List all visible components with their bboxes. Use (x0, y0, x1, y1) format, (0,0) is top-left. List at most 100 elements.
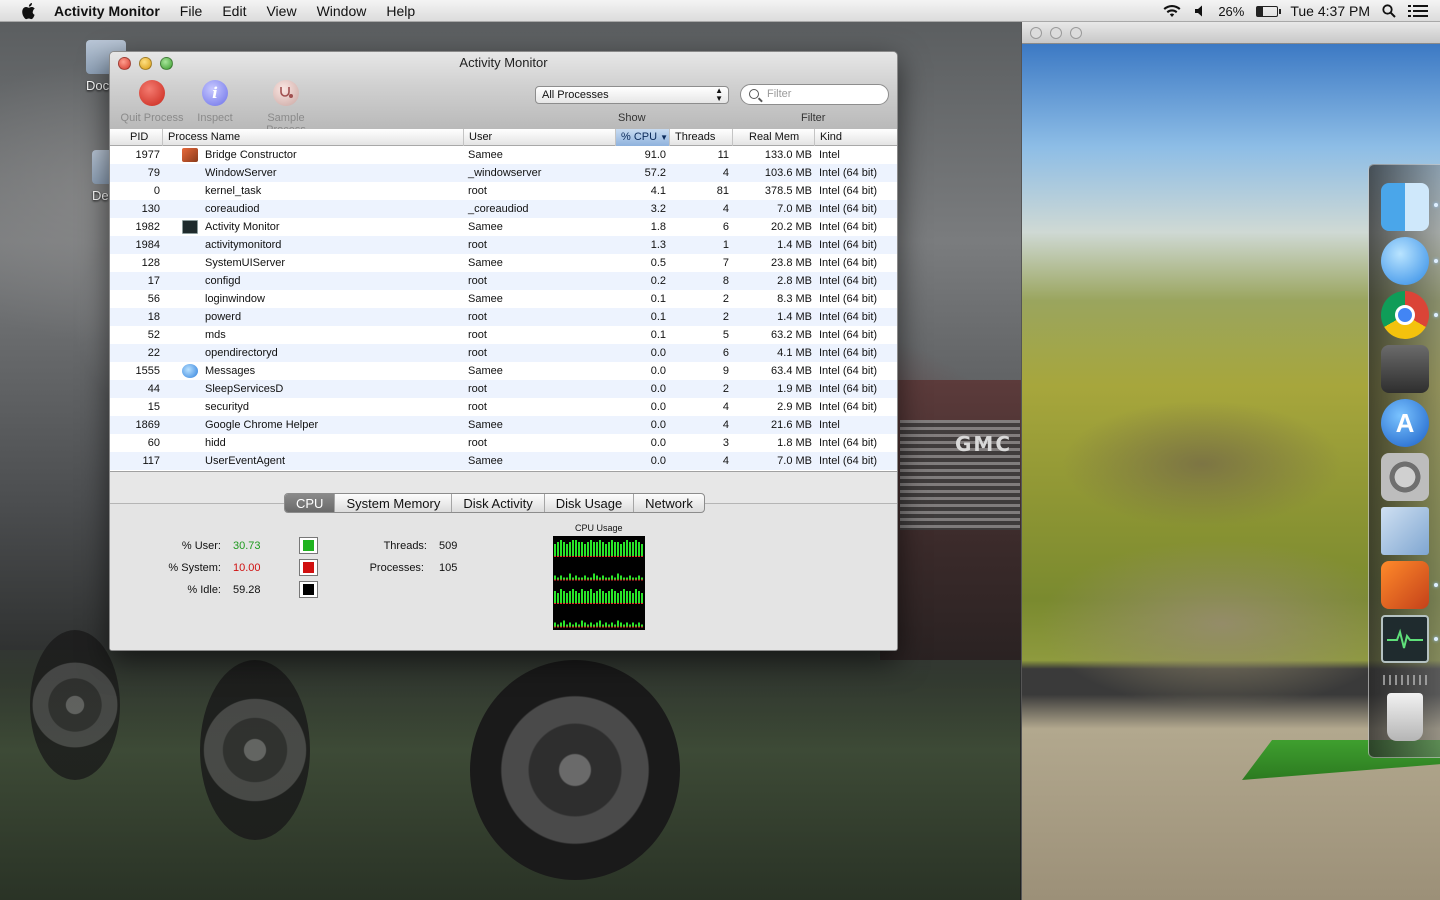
table-row[interactable]: 56 loginwindow Samee 0.1 2 8.3 MB Intel (64 bi… (110, 290, 897, 308)
app-store-icon[interactable]: A (1381, 399, 1429, 447)
cpu-usage-bar (605, 577, 607, 580)
user-cell: root (468, 347, 487, 359)
real-mem-cell: 20.2 MB (771, 221, 812, 233)
table-row[interactable]: 128 SystemUIServer Samee 0.5 7 23.8 MB Intel (… (110, 254, 897, 272)
table-row[interactable]: 1984 activitymonitord root 1.3 1 1.4 MB Intel … (110, 236, 897, 254)
table-row[interactable]: 17 configd root 0.2 8 2.8 MB Intel (64 bit) (110, 272, 897, 290)
pid-cell: 1982 (135, 221, 160, 233)
tab-disk-activity[interactable]: Disk Activity (452, 494, 545, 512)
apple-menu-icon[interactable] (20, 2, 36, 20)
mail-icon[interactable] (1381, 507, 1429, 555)
process-name-cell: SleepServicesD (205, 383, 284, 395)
cpu-usage-bar (611, 589, 613, 603)
table-row[interactable]: 60 hidd root 0.0 3 1.8 MB Intel (64 bit) (110, 434, 897, 452)
column-header-kind[interactable]: Kind (815, 129, 897, 146)
system-color-swatch[interactable] (299, 559, 318, 576)
menubar-clock[interactable]: Tue 4:37 PM (1290, 3, 1370, 19)
zoom-button[interactable] (1070, 27, 1082, 39)
tab-system-memory[interactable]: System Memory (335, 494, 453, 512)
activity-monitor-icon[interactable] (1381, 615, 1429, 663)
table-row[interactable]: 1982 Activity Monitor Samee 1.8 6 20.2 MB Inte… (110, 218, 897, 236)
table-row[interactable]: 1977 Bridge Constructor Samee 91.0 11 133.0 M… (110, 146, 897, 164)
tab-network[interactable]: Network (634, 494, 704, 512)
column-header-user[interactable]: User (464, 129, 616, 146)
threads-cell: 7 (722, 257, 729, 269)
table-row[interactable]: 1555 Messages Samee 0.0 9 63.4 MB Intel (64 bi… (110, 362, 897, 380)
column-header-pid[interactable]: PID (125, 129, 163, 146)
battery-icon[interactable] (1256, 5, 1282, 17)
tab-disk-usage[interactable]: Disk Usage (545, 494, 635, 512)
cpu-system-bar (557, 579, 559, 581)
menu-help[interactable]: Help (386, 3, 415, 19)
user-color-swatch[interactable] (299, 537, 318, 554)
trash-icon[interactable] (1387, 693, 1423, 741)
table-row[interactable]: 44 SleepServicesD root 0.0 2 1.9 MB Intel (64 … (110, 380, 897, 398)
table-row[interactable]: 79 WindowServer _windowserver 57.2 4 103.6 MB… (110, 164, 897, 182)
inspect-button[interactable]: i Inspect (180, 80, 250, 124)
menu-file[interactable]: File (180, 3, 203, 19)
kind-cell: Intel (64 bit) (819, 167, 878, 179)
process-name-cell: WindowServer (205, 167, 277, 179)
filter-label: Filter (801, 112, 826, 124)
cpu-system-bar (596, 556, 598, 557)
cpu-system-bar (602, 603, 604, 604)
menu-app-name[interactable]: Activity Monitor (54, 3, 160, 19)
cpu-system-bar (554, 626, 556, 628)
table-row[interactable]: 18 powerd root 0.1 2 1.4 MB Intel (64 bit) (110, 308, 897, 326)
notification-center-icon[interactable] (1408, 4, 1428, 18)
activity-monitor-window: Activity Monitor Quit Process i Inspect … (109, 51, 898, 651)
volume-icon[interactable] (1194, 4, 1206, 18)
cpu-usage-bar (572, 540, 574, 556)
info-icon: i (202, 80, 228, 106)
cpu-usage-bar (611, 575, 613, 580)
finder-icon[interactable] (1381, 183, 1429, 231)
sample-process-button[interactable]: Sample Process (251, 80, 321, 136)
cpu-system-bar (596, 626, 598, 628)
threads-cell: 6 (722, 347, 729, 359)
spotlight-icon[interactable] (1382, 4, 1396, 18)
battery-percent[interactable]: 26% (1218, 4, 1244, 19)
kind-cell: Intel (64 bit) (819, 437, 878, 449)
table-row[interactable]: 15 securityd root 0.0 4 2.9 MB Intel (64 bit) (110, 398, 897, 416)
table-row[interactable]: 130 coreaudiod _coreaudiod 3.2 4 7.0 MB Intel … (110, 200, 897, 218)
menu-window[interactable]: Window (317, 3, 367, 19)
cpu-system-bar (608, 579, 610, 581)
kind-cell: Intel (64 bit) (819, 329, 878, 341)
table-row[interactable]: 52 mds root 0.1 5 63.2 MB Intel (64 bit) (110, 326, 897, 344)
user-cell: root (468, 329, 487, 341)
cpu-system-bar (629, 603, 631, 604)
column-header-process-name[interactable]: Process Name (163, 129, 464, 146)
messages-icon[interactable] (1381, 237, 1429, 285)
table-row[interactable]: 1869 Google Chrome Helper Samee 0.0 4 21.6 MB… (110, 416, 897, 434)
bridge-constructor-icon[interactable] (1381, 561, 1429, 609)
system-value: 10.00 (233, 562, 261, 574)
table-row[interactable]: 0 kernel_task root 4.1 81 378.5 MB Intel (64 b… (110, 182, 897, 200)
real-mem-cell: 378.5 MB (764, 185, 812, 197)
system-preferences-icon[interactable] (1381, 453, 1429, 501)
process-filter-select[interactable]: All Processes ▲ ▼ (535, 86, 729, 104)
wifi-icon[interactable] (1162, 4, 1182, 18)
column-header-threads[interactable]: Threads (670, 129, 733, 146)
tab-cpu[interactable]: CPU (285, 494, 336, 512)
close-button[interactable] (1030, 27, 1042, 39)
pid-cell: 52 (147, 329, 160, 341)
minimize-button[interactable] (1050, 27, 1062, 39)
idle-color-swatch[interactable] (299, 581, 318, 598)
quit-process-button[interactable]: Quit Process (117, 80, 187, 124)
user-cell: Samee (468, 149, 503, 161)
facetime-icon[interactable] (1381, 345, 1429, 393)
cpu-usage-bar (614, 542, 616, 556)
user-cell: root (468, 275, 487, 287)
column-header-cpu[interactable]: % CPU ▼ (616, 129, 670, 146)
column-header-real-mem[interactable]: Real Mem (733, 129, 815, 146)
menu-edit[interactable]: Edit (222, 3, 246, 19)
menu-view[interactable]: View (266, 3, 296, 19)
cpu-usage-bar (623, 577, 625, 580)
table-row[interactable]: 22 opendirectoryd root 0.0 6 4.1 MB Intel (64 … (110, 344, 897, 362)
filter-placeholder: Filter (767, 88, 792, 100)
chrome-icon[interactable] (1381, 291, 1429, 339)
table-row[interactable]: 117 UserEventAgent Samee 0.0 4 7.0 MB Intel (6… (110, 452, 897, 470)
cpu-system-bar (614, 603, 616, 604)
kind-cell: Intel (64 bit) (819, 239, 878, 251)
filter-input[interactable]: Filter (740, 84, 889, 105)
